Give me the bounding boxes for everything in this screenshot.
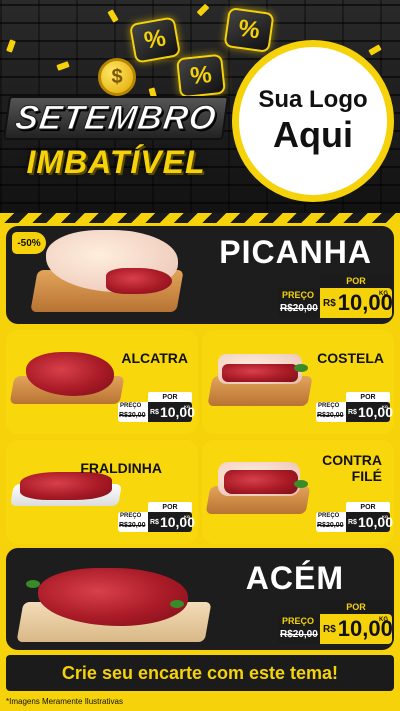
price-por-label: POR: [346, 392, 390, 402]
product-name: FRALDINHA: [80, 460, 162, 476]
product-name: PICANHA: [219, 234, 372, 270]
title-banner-line1: SETEMBRO: [2, 96, 230, 140]
header-banner: % % % $ SETEMBRO IMBATÍVEL Sua Logo Aqui: [0, 0, 400, 222]
hazard-stripes: [0, 213, 400, 223]
product-card-contra-file: CONTRA FILÉ POR PREÇO R$20,00 R$ 10,00 KG: [202, 440, 394, 544]
unit: KG: [184, 404, 190, 409]
herb-garnish: [294, 364, 308, 372]
currency: R$: [150, 518, 159, 526]
old-price: R$20,00: [317, 522, 344, 529]
product-card-alcatra: ALCATRA POR PREÇO R$20,00 R$ 10,00 KG: [6, 330, 198, 434]
confetti: [107, 9, 119, 23]
cta-banner[interactable]: Crie seu encarte com este tema!: [6, 655, 394, 691]
old-price: R$20,00: [280, 303, 318, 314]
confetti: [368, 44, 382, 56]
product-card-costela: COSTELA POR PREÇO R$20,00 R$ 10,00 KG: [202, 330, 394, 434]
percent-icon: %: [223, 6, 275, 54]
logo-text-line2: Aqui: [273, 114, 353, 155]
product-card-fraldinha: FRALDINHA POR PREÇO R$20,00 R$ 10,00 KG: [6, 440, 198, 544]
currency: R$: [323, 297, 336, 309]
old-price: R$20,00: [119, 412, 146, 419]
discount-badge: -50%: [12, 232, 46, 254]
product-card-acem: ACÉM POR PREÇO R$20,00 R$ 10,00 KG: [6, 548, 394, 650]
old-price: R$20,00: [280, 629, 318, 640]
logo-text-line1: Sua Logo: [258, 86, 368, 113]
old-price: R$20,00: [119, 522, 146, 529]
price-tag: POR PREÇO R$20,00 R$ 10,00 KG: [118, 392, 195, 422]
unit: KG: [379, 291, 388, 297]
price-por-label: POR: [346, 502, 390, 512]
currency: R$: [323, 623, 336, 635]
meat-image: [20, 472, 112, 500]
product-name: ACÉM: [245, 560, 344, 596]
herb-garnish: [170, 600, 184, 608]
price-tag: POR PREÇO R$20,00 R$ 10,00 KG: [278, 600, 393, 644]
disclaimer: *Imagens Meramente Ilustrativas: [6, 697, 123, 706]
currency: R$: [348, 408, 357, 416]
product-name: COSTELA: [317, 350, 384, 366]
price-label: PREÇO: [282, 290, 315, 300]
currency: R$: [150, 408, 159, 416]
price-tag: POR PREÇO R$20,00 R$ 10,00 KG: [316, 392, 393, 422]
title-banner-line2: IMBATÍVEL: [26, 143, 206, 180]
product-name: CONTRA FILÉ: [322, 452, 382, 484]
price-label: PREÇO: [120, 513, 142, 519]
meat-image: [106, 268, 172, 294]
price-label: PREÇO: [318, 513, 340, 519]
currency: R$: [348, 518, 357, 526]
old-price: R$20,00: [317, 412, 344, 419]
unit: KG: [382, 514, 388, 519]
cta-text: Crie seu encarte com este tema!: [61, 662, 339, 683]
price-label: PREÇO: [120, 403, 142, 409]
coin-icon: $: [98, 58, 136, 96]
price-label: PREÇO: [318, 403, 340, 409]
price-tag: POR PREÇO R$20,00 R$ 10,00 KG: [118, 502, 195, 532]
herb-garnish: [26, 580, 40, 588]
price-por-label: POR: [148, 392, 192, 402]
meat-image: [224, 470, 298, 494]
price-label: PREÇO: [282, 616, 315, 626]
price-por-label: POR: [148, 502, 192, 512]
logo-placeholder: Sua Logo Aqui: [232, 40, 394, 202]
meat-image: [222, 364, 298, 382]
product-card-picanha: -50% PICANHA POR PREÇO R$20,00 R$ 10,00 KG: [6, 226, 394, 324]
percent-icon: %: [176, 53, 226, 99]
price-tag: POR PREÇO R$20,00 R$ 10,00 KG: [316, 502, 393, 532]
price-tag: POR PREÇO R$20,00 R$ 10,00 KG: [278, 274, 393, 318]
unit: KG: [382, 404, 388, 409]
confetti: [56, 61, 70, 71]
confetti: [196, 3, 210, 17]
unit: KG: [184, 514, 190, 519]
percent-icon: %: [128, 16, 182, 64]
unit: KG: [379, 617, 388, 623]
confetti: [6, 39, 16, 53]
price-por-label: POR: [320, 274, 392, 288]
price-por-label: POR: [320, 600, 392, 614]
product-name: ALCATRA: [121, 350, 188, 366]
